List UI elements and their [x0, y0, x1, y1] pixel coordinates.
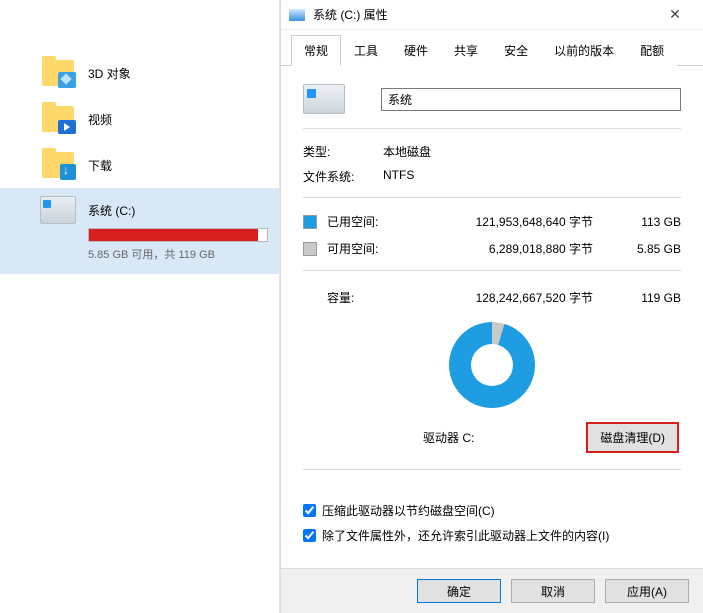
folder-label: 下载 [88, 157, 112, 174]
explorer-pane: 3D 对象 视频 下载 系统 (C:) 5.85 GB 可用，共 119 GB [0, 0, 280, 613]
free-size: 5.85 GB [621, 242, 681, 256]
capacity-label: 容量: [303, 289, 401, 306]
ok-button[interactable]: 确定 [417, 579, 501, 603]
free-label: 可用空间: [327, 240, 401, 257]
used-bytes: 121,953,648,640 字节 [401, 213, 621, 230]
folder-videos[interactable]: 视频 [0, 96, 279, 142]
drive-subtext: 5.85 GB 可用，共 119 GB [88, 246, 263, 262]
folder-icon [40, 58, 76, 88]
tab-security[interactable]: 安全 [491, 35, 541, 66]
drive-small-icon [289, 9, 305, 21]
index-label: 除了文件属性外，还允许索引此驱动器上文件的内容(I) [322, 527, 609, 544]
drive-icon [40, 196, 76, 224]
compress-label: 压缩此驱动器以节约磁盘空间(C) [322, 502, 495, 519]
drive-usage-bar [88, 228, 268, 242]
drive-letter-label: 驱动器 C: [423, 429, 474, 446]
filesystem-value: NTFS [383, 168, 681, 185]
tab-previous-versions[interactable]: 以前的版本 [541, 35, 627, 66]
index-checkbox-row[interactable]: 除了文件属性外，还允许索引此驱动器上文件的内容(I) [303, 523, 681, 548]
folder-icon [40, 150, 76, 180]
tab-quota[interactable]: 配额 [627, 35, 677, 66]
folder-label: 视频 [88, 111, 112, 128]
type-label: 类型: [303, 143, 383, 160]
usage-pie-chart [449, 322, 535, 408]
drive-label: 系统 (C:) [88, 202, 135, 219]
tab-strip: 常规 工具 硬件 共享 安全 以前的版本 配额 [281, 30, 703, 66]
volume-name-input[interactable] [381, 88, 681, 111]
index-checkbox[interactable] [303, 529, 316, 542]
dialog-buttons: 确定 取消 应用(A) [281, 568, 703, 613]
apply-button[interactable]: 应用(A) [605, 579, 689, 603]
free-swatch [303, 242, 317, 256]
used-swatch [303, 215, 317, 229]
tab-content-general: 类型: 本地磁盘 文件系统: NTFS 已用空间: 121,953,648,64… [281, 66, 703, 568]
folder-downloads[interactable]: 下载 [0, 142, 279, 188]
drive-large-icon [303, 84, 345, 114]
tab-general[interactable]: 常规 [291, 35, 341, 66]
tab-tools[interactable]: 工具 [341, 35, 391, 66]
cancel-button[interactable]: 取消 [511, 579, 595, 603]
folder-icon [40, 104, 76, 134]
filesystem-label: 文件系统: [303, 168, 383, 185]
capacity-bytes: 128,242,667,520 字节 [401, 289, 621, 306]
folder-3d-objects[interactable]: 3D 对象 [0, 50, 279, 96]
tab-sharing[interactable]: 共享 [441, 35, 491, 66]
used-label: 已用空间: [327, 213, 401, 230]
free-bytes: 6,289,018,880 字节 [401, 240, 621, 257]
drive-usage-fill [89, 229, 258, 241]
properties-dialog: 系统 (C:) 属性 ✕ 常规 工具 硬件 共享 安全 以前的版本 配额 类型:… [280, 0, 703, 613]
dialog-title: 系统 (C:) 属性 [313, 6, 655, 23]
titlebar: 系统 (C:) 属性 ✕ [281, 0, 703, 30]
compress-checkbox-row[interactable]: 压缩此驱动器以节约磁盘空间(C) [303, 498, 681, 523]
used-size: 113 GB [621, 215, 681, 229]
drive-item-c[interactable]: 系统 (C:) 5.85 GB 可用，共 119 GB [0, 188, 279, 274]
type-value: 本地磁盘 [383, 143, 681, 160]
capacity-size: 119 GB [621, 291, 681, 305]
folder-label: 3D 对象 [88, 65, 131, 82]
tab-hardware[interactable]: 硬件 [391, 35, 441, 66]
close-button[interactable]: ✕ [655, 0, 695, 30]
compress-checkbox[interactable] [303, 504, 316, 517]
disk-cleanup-button[interactable]: 磁盘清理(D) [586, 422, 679, 453]
